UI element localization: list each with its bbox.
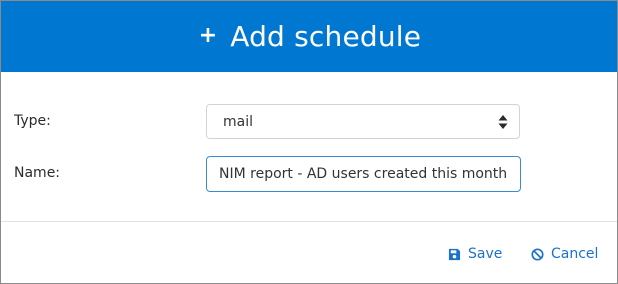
cancel-button[interactable]: Cancel — [531, 244, 598, 264]
type-label: Type: — [14, 113, 51, 129]
type-select[interactable]: mail — [206, 104, 520, 139]
name-label: Name: — [14, 165, 61, 181]
name-input[interactable] — [206, 156, 521, 192]
type-row: Type: mail — [1, 104, 617, 140]
ban-icon — [531, 247, 544, 261]
footer-divider — [1, 221, 617, 222]
floppy-disk-icon — [448, 248, 461, 260]
dialog-title: Add schedule — [230, 19, 422, 53]
plus-icon: + — [198, 22, 218, 48]
dialog-header: + Add schedule — [1, 1, 617, 72]
save-button[interactable]: Save — [448, 244, 502, 264]
cancel-label: Cancel — [551, 246, 599, 262]
sort-arrows-icon — [498, 115, 508, 129]
type-select-value: mail — [223, 114, 253, 130]
save-label: Save — [468, 246, 503, 262]
name-row: Name: — [1, 156, 617, 192]
add-schedule-dialog: + Add schedule Type: mail Name: Save Can — [0, 0, 618, 284]
